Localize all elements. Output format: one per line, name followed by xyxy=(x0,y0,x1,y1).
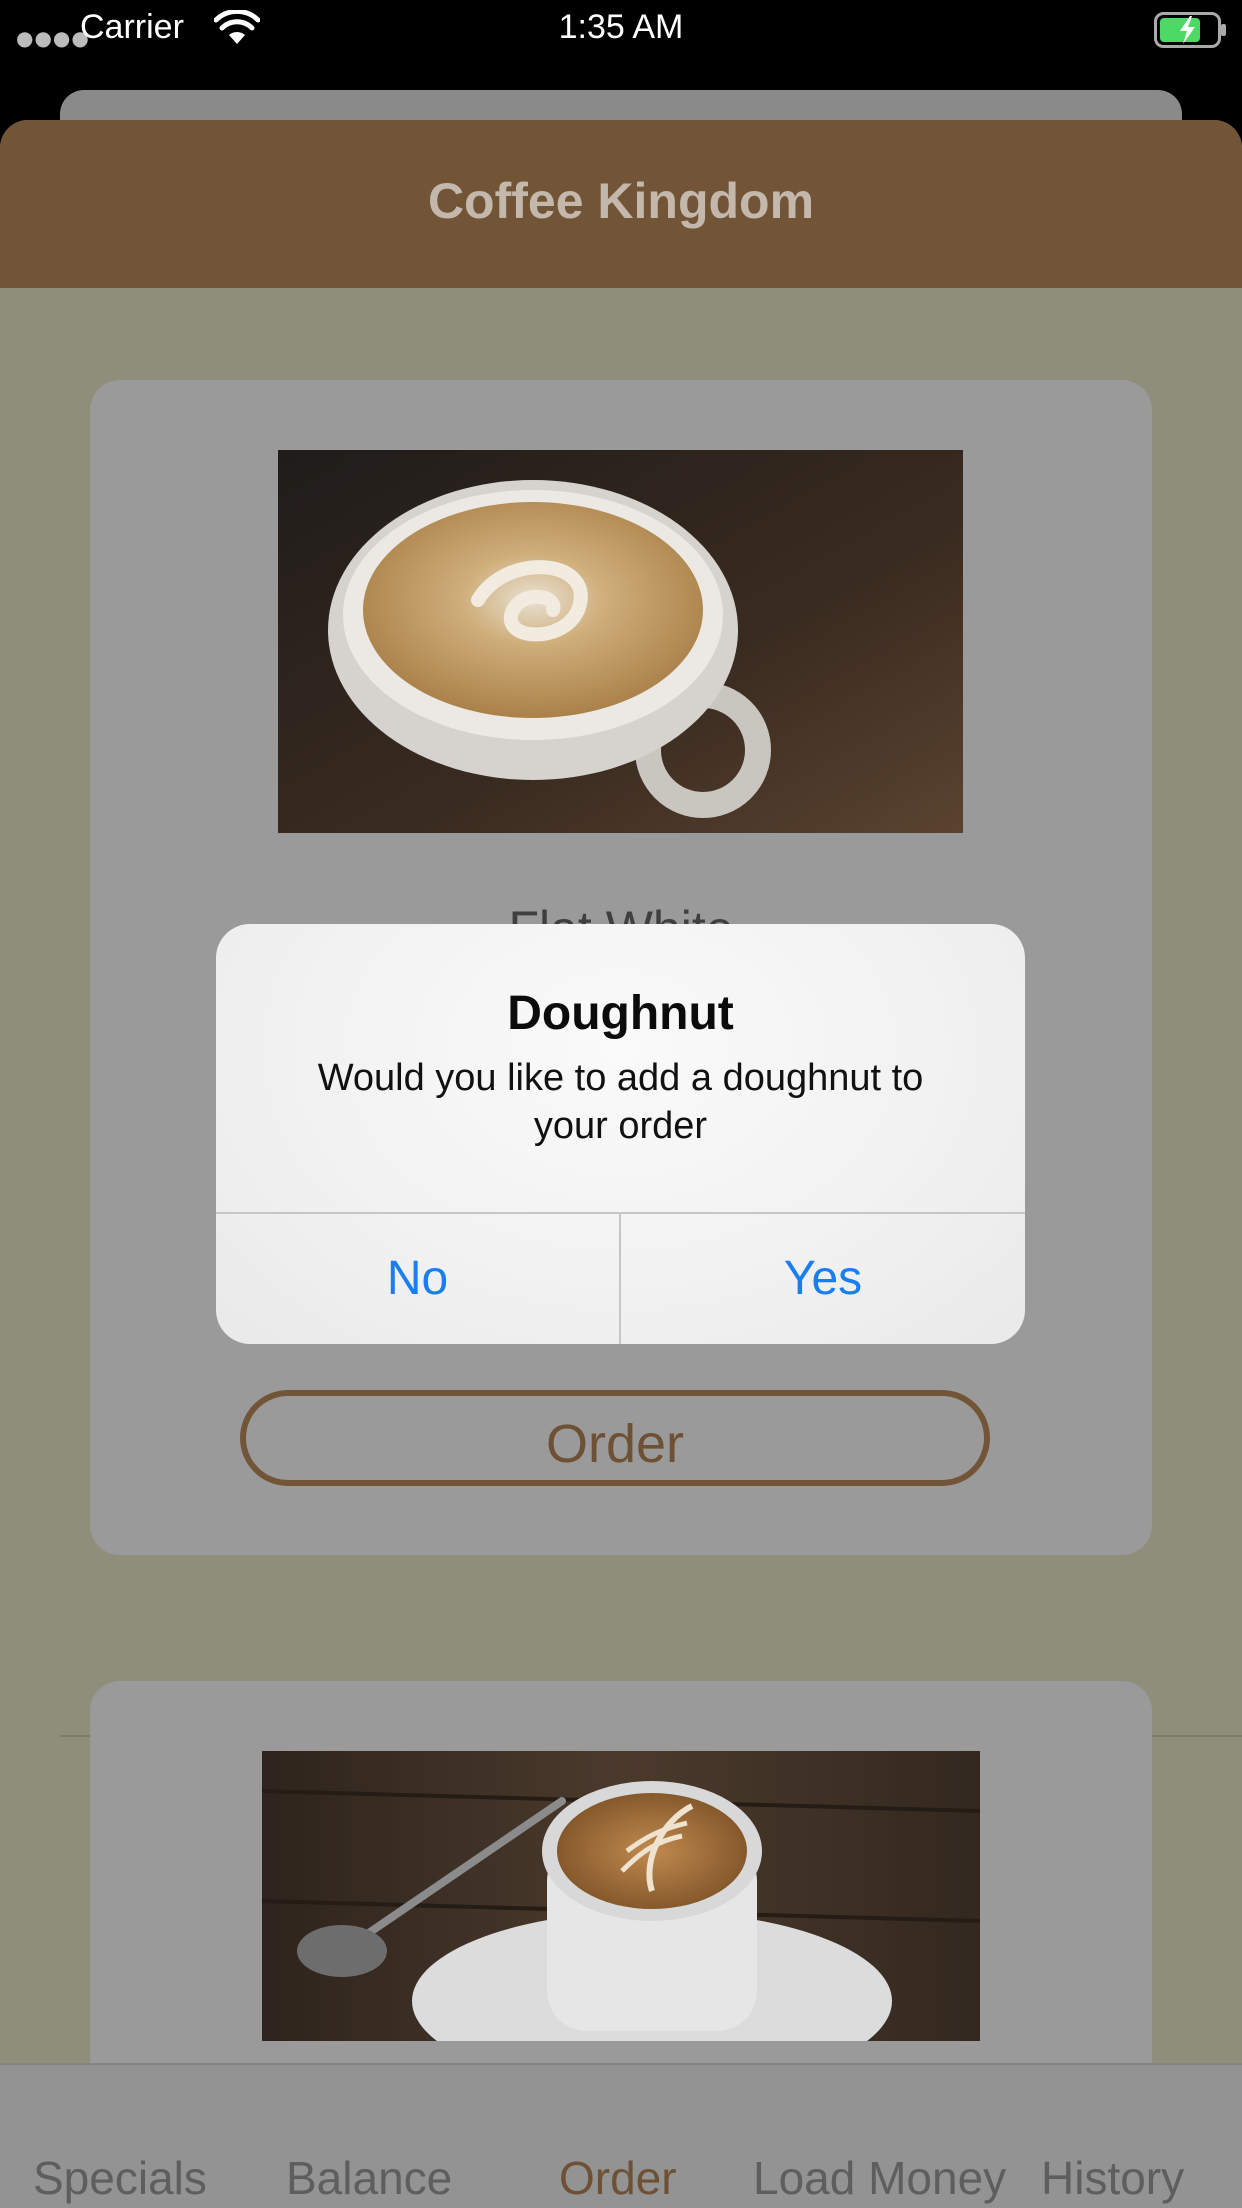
tab-balance[interactable]: Balance xyxy=(286,2151,452,2205)
status-bar: ●●●● Carrier 1:35 AM xyxy=(0,0,1242,60)
battery-charging-icon xyxy=(1154,12,1228,53)
coffee-photo xyxy=(262,1751,980,2041)
clock: 1:35 AM xyxy=(558,8,684,46)
order-button[interactable]: Order xyxy=(240,1390,990,1486)
tab-bar: Specials Balance Order Load Money Histor… xyxy=(0,2063,1242,2208)
no-button[interactable]: No xyxy=(216,1214,619,1344)
alert-message: Would you like to add a doughnut to your… xyxy=(317,1057,924,1147)
tab-specials[interactable]: Specials xyxy=(33,2151,207,2205)
tab-order[interactable]: Order xyxy=(559,2151,677,2205)
tab-load-money[interactable]: Load Money xyxy=(753,2151,1006,2205)
yes-button[interactable]: Yes xyxy=(621,1214,1025,1344)
coffee-photo xyxy=(278,450,963,833)
page-title: Coffee Kingdom xyxy=(427,173,815,229)
tab-history[interactable]: History xyxy=(1041,2151,1184,2205)
doughnut-alert-dialog: Doughnut Would you like to add a doughnu… xyxy=(216,924,1025,1344)
alert-title: Doughnut xyxy=(507,987,734,1040)
navigation-header: Coffee Kingdom xyxy=(0,120,1242,288)
